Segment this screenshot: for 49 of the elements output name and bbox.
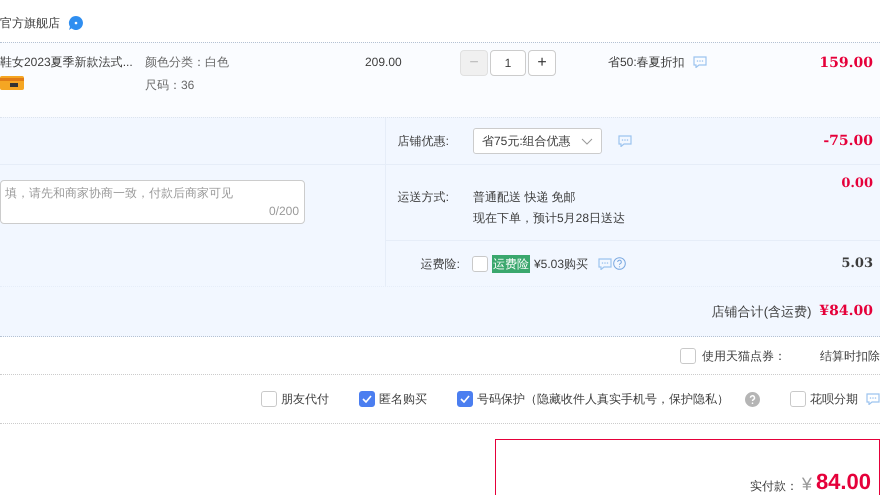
chat-icon[interactable] [692, 56, 707, 68]
checkbox[interactable] [457, 391, 473, 407]
chat-icon[interactable] [866, 393, 880, 405]
option-label[interactable]: 朋友代付 [281, 390, 329, 408]
payment-label: 实付款： [750, 478, 798, 495]
checkbox[interactable] [472, 256, 488, 272]
shop-discount-label: 店铺优惠: [396, 133, 450, 150]
check-icon [460, 395, 470, 403]
insurance-tag: 运费险 [492, 254, 530, 272]
checkbox[interactable] [790, 391, 806, 407]
card-icon [0, 75, 24, 91]
unit-price: 209.00 [365, 55, 402, 69]
shop-total-amount: ¥84.00 [819, 302, 873, 321]
quantity-field[interactable]: 1 [490, 50, 526, 76]
coupon-label: 使用天猫点券： [702, 348, 786, 364]
checkbox[interactable] [359, 391, 375, 407]
check-icon [362, 395, 372, 403]
item-title[interactable]: 鞋女2023夏季新款法式... [0, 53, 145, 71]
item-subtotal: 159.00 [819, 54, 874, 73]
promo-label: 省50:春夏折扣 [608, 54, 685, 71]
shipping-amount: 0.00 [841, 175, 874, 193]
coupon-note: 结算时扣除 [820, 348, 880, 364]
help-icon[interactable] [613, 257, 626, 270]
item-spec: 尺码：36 [145, 77, 196, 94]
char-counter: 0/200 [268, 203, 299, 220]
insurance-price: ¥5.03购买 [534, 256, 588, 272]
discount-amount: -75.00 [823, 132, 874, 150]
shipping-text: 现在下单，预计5月28日送达 [473, 210, 626, 227]
shop-name[interactable]: 官方旗舰店 [0, 14, 60, 32]
chevron-down-icon [580, 138, 593, 144]
item-spec: 颜色分类：白色 [145, 54, 230, 71]
increase-button[interactable]: + [528, 50, 556, 76]
shipping-label: 运送方式: [396, 189, 450, 206]
payment-currency: ¥ [802, 473, 812, 495]
help-icon[interactable] [745, 392, 760, 406]
chat-icon[interactable] [598, 258, 612, 270]
option-label[interactable]: 号码保护（隐藏收件人真实手机号，保护隐私） [477, 390, 729, 408]
discount-dropdown[interactable]: 省75元:组合优惠 [473, 128, 602, 154]
payment-amount: 84.00 [816, 468, 871, 495]
shop-total-label: 店铺合计(含运费) [712, 302, 812, 321]
option-label[interactable]: 匿名购买 [379, 390, 427, 408]
chat-icon[interactable] [618, 135, 632, 147]
checkbox[interactable] [261, 391, 277, 407]
insurance-label: 运费险: [420, 256, 461, 272]
shipping-text: 普通配送 快递 免邮 [473, 189, 577, 206]
option-label[interactable]: 花呗分期 [810, 390, 858, 408]
insurance-amount: 5.03 [841, 254, 874, 273]
checkbox[interactable] [680, 348, 696, 364]
chat-bubble-icon[interactable] [68, 15, 84, 31]
